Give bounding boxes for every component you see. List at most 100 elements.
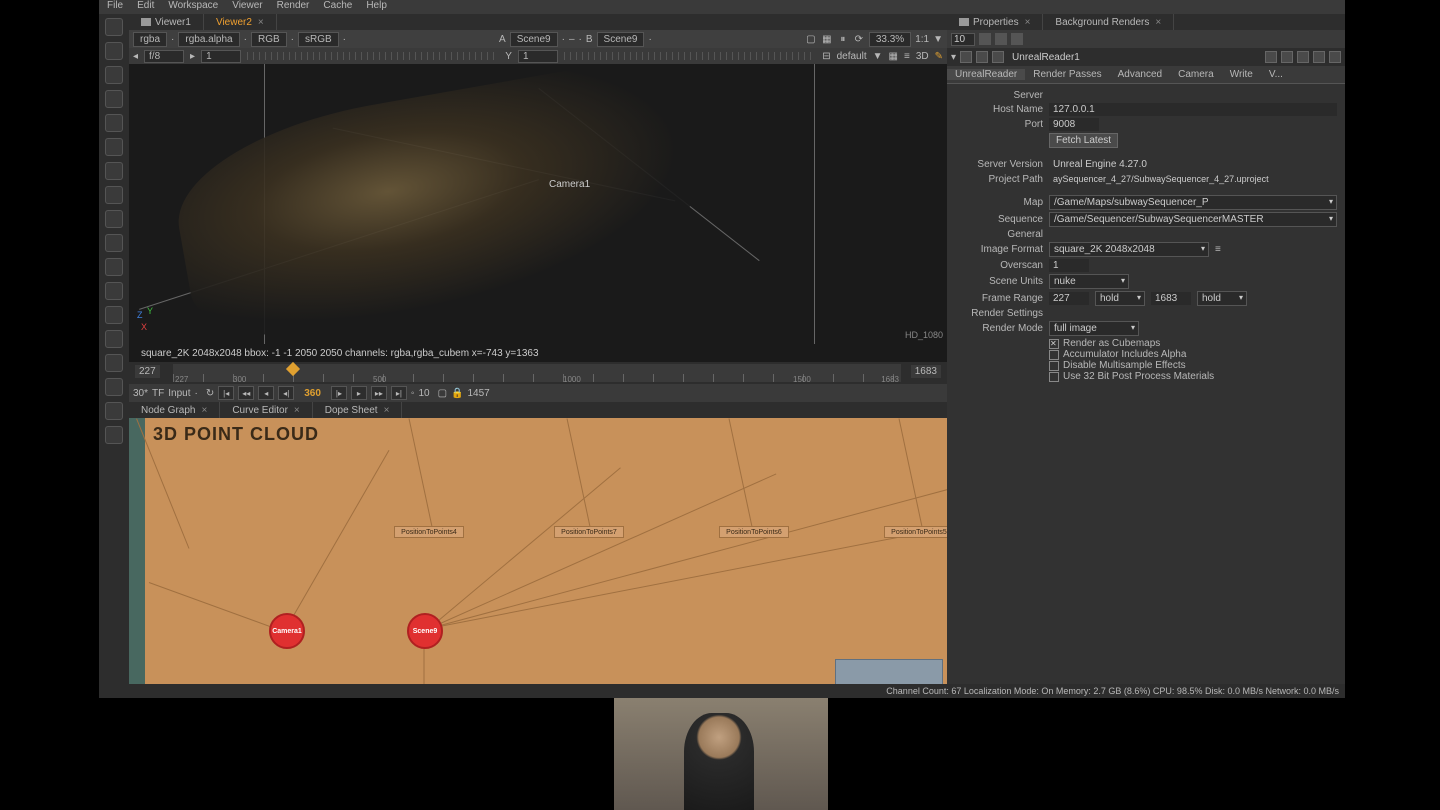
record-icon[interactable]: ▢ [438,388,447,399]
timeline[interactable]: 227 227 300 500 1000 1500 1683 1683 [129,362,947,384]
menu-render[interactable]: Render [277,0,310,11]
step-back-button[interactable]: ◂| [278,386,294,400]
tool-other4[interactable] [105,402,123,420]
channel-select[interactable]: rgba [133,32,167,47]
help-icon[interactable] [1313,51,1325,63]
menu-cache[interactable]: Cache [323,0,352,11]
node-scene[interactable]: Scene9 [407,613,443,649]
tool-other2[interactable] [105,354,123,372]
viewer-tab1[interactable]: Viewer1 [129,14,204,30]
zoom-select[interactable]: 33.3% [869,32,911,47]
first-frame-button[interactable]: |◂ [218,386,234,400]
tool-color[interactable] [105,114,123,132]
menu-workspace[interactable]: Workspace [168,0,218,11]
sceneunits-select[interactable]: nuke [1049,274,1129,289]
tool-channel[interactable] [105,210,123,228]
tool-merge[interactable] [105,186,123,204]
map-select[interactable]: /Game/Maps/subwaySequencer_P [1049,195,1337,210]
subtab-passes[interactable]: Render Passes [1025,69,1109,80]
step-size[interactable]: 10 [418,388,429,399]
node-color-icon[interactable] [960,51,972,63]
play-back-button[interactable]: ◂ [258,386,274,400]
tool-deep[interactable] [105,234,123,252]
redo-icon[interactable] [1281,51,1293,63]
node-name[interactable]: UnrealReader1 [1008,52,1084,63]
node-ptp6[interactable]: PositionToPoints6 [719,526,789,538]
clip-icon[interactable]: ⊟ [822,51,830,62]
lut-select[interactable]: sRGB [298,32,339,47]
subtab-reader[interactable]: UnrealReader [947,69,1025,80]
proxy-icon[interactable]: ▦ [821,33,833,45]
framerange-end[interactable]: 1683 [1151,292,1191,305]
node-info-icon[interactable] [992,51,1004,63]
timeline-start-frame[interactable]: 227 [135,365,160,378]
node-graph[interactable]: 3D POINT CLOUD PositionToPoints4 Positio… [129,418,947,697]
properties-tab[interactable]: Properties× [947,14,1043,30]
viewport[interactable]: Camera1 Y X Z HD_1080 [129,64,947,344]
chk-accum-alpha[interactable]: Accumulator Includes Alpha [1049,349,1337,360]
colorspace-select[interactable]: RGB [251,32,287,47]
hostname-field[interactable]: 127.0.0.1 [1049,103,1337,116]
sequence-select[interactable]: /Game/Sequencer/SubwaySequencerMASTER [1049,212,1337,227]
tool-filter[interactable] [105,138,123,156]
tool-other3[interactable] [105,378,123,396]
gain-field[interactable]: 1 [201,50,241,63]
pause-icon[interactable]: ⏸ [837,33,849,45]
tool-metadata[interactable] [105,306,123,324]
node-ptp5[interactable]: PositionToPoints5 [884,526,947,538]
lock-panel-icon[interactable] [979,33,991,45]
lock-icon[interactable]: 🔒 [451,388,463,399]
max-panels-field[interactable] [951,33,975,46]
node-graph-tab[interactable]: Node Graph× [129,402,220,418]
tool-transform[interactable] [105,90,123,108]
imgformat-select[interactable]: square_2K 2048x2048 [1049,242,1209,257]
tool-keyer[interactable] [105,162,123,180]
subtab-camera[interactable]: Camera [1170,69,1222,80]
a-input[interactable]: Scene9 [510,32,558,47]
curve-editor-tab[interactable]: Curve Editor× [220,402,312,418]
menu-edit[interactable]: Edit [137,0,154,11]
tool-views[interactable] [105,282,123,300]
menu-viewer[interactable]: Viewer [232,0,262,11]
viewer-tab2[interactable]: Viewer2× [204,14,277,30]
edit-icon[interactable] [1011,33,1023,45]
step-fwd-button[interactable]: |▸ [331,386,347,400]
chk-32bit[interactable]: Use 32 Bit Post Process Materials [1049,371,1337,382]
subtab-more[interactable]: V... [1261,69,1291,80]
play-fwd-button[interactable]: ▸ [351,386,367,400]
prev-key-button[interactable]: ◂◂ [238,386,254,400]
tool-other5[interactable] [105,426,123,444]
out-frame[interactable]: 1457 [467,388,489,399]
tool-3d[interactable] [105,258,123,276]
loop-icon[interactable]: ↻ [206,388,214,399]
node-ptp4[interactable]: PositionToPoints4 [394,526,464,538]
roi-icon[interactable]: ▢ [805,33,817,45]
revert-icon[interactable] [1297,51,1309,63]
space-select[interactable]: 3D [916,51,929,62]
subtab-advanced[interactable]: Advanced [1110,69,1170,80]
gamma-slider[interactable] [564,52,816,60]
menubar[interactable]: File Edit Workspace Viewer Render Cache … [99,0,1345,14]
rendermode-select[interactable]: full image [1049,321,1139,336]
alpha-select[interactable]: rgba.alpha [178,32,239,47]
wipe-icon[interactable]: ✎ [935,51,943,62]
framerange-start-mode[interactable]: hold [1095,291,1145,306]
tool-paint[interactable] [105,66,123,84]
chk-cubemaps[interactable]: Render as Cubemaps [1049,338,1337,349]
port-field[interactable]: 9008 [1049,118,1099,131]
close-node-icon[interactable] [1329,51,1341,63]
fstop-field[interactable]: f/8 [144,50,184,63]
overscan-field[interactable]: 1 [1049,259,1089,272]
align-icon[interactable]: ≡ [904,51,910,62]
imgformat-edit-icon[interactable]: ≡ [1215,244,1221,255]
current-frame[interactable]: 360 [298,388,327,399]
tool-other1[interactable] [105,330,123,348]
fps-select[interactable]: 30* [133,388,148,399]
menu-help[interactable]: Help [366,0,387,11]
framerange-end-mode[interactable]: hold [1197,291,1247,306]
lock-icon[interactable]: ▦ [889,51,898,62]
chk-disable-multisample[interactable]: Disable Multisample Effects [1049,360,1337,371]
view-mode[interactable]: default [837,51,867,62]
node-ptp7[interactable]: PositionToPoints7 [554,526,624,538]
undo-icon[interactable] [1265,51,1277,63]
